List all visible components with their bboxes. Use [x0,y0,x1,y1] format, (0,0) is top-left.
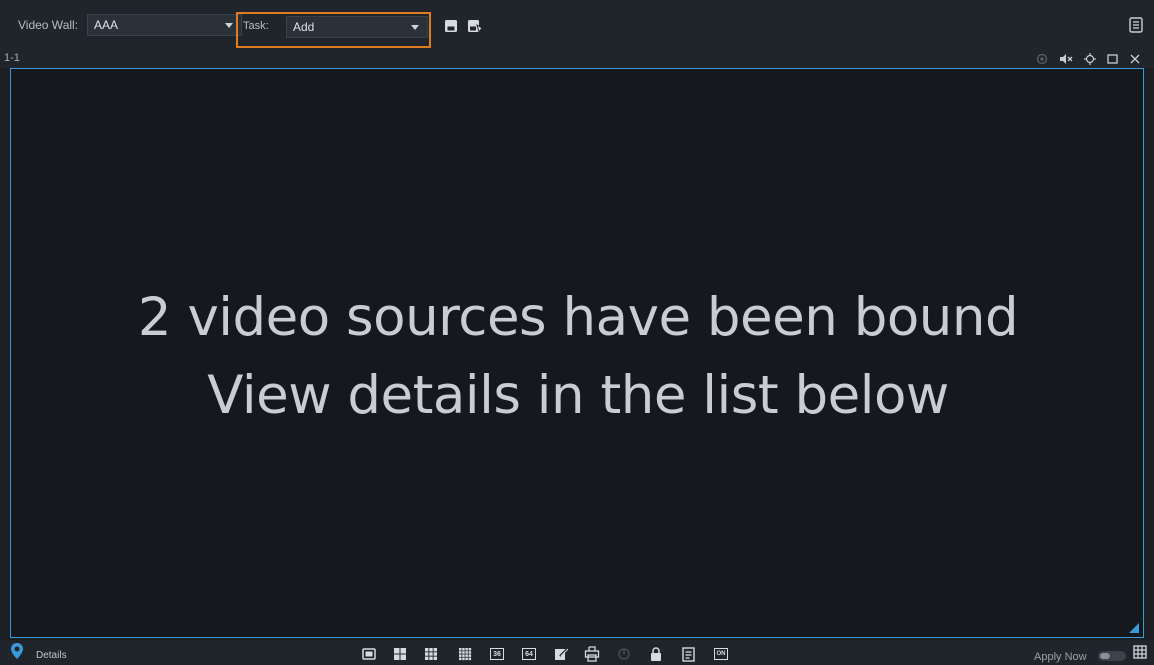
lock-icon[interactable] [648,646,664,662]
grid-layout-icon[interactable] [1132,644,1148,660]
list-icon[interactable] [1127,16,1145,34]
target-icon[interactable] [1082,51,1098,67]
toggle-knob [1100,653,1110,659]
layout-16-icon[interactable] [457,646,473,662]
video-window[interactable]: 2 video sources have been bound View det… [10,68,1144,638]
top-toolbar: Video Wall: AAA Task: Add [0,0,1154,50]
layout-36-label: 36 [490,648,504,660]
on-icon[interactable]: ON [713,646,729,662]
mute-icon[interactable] [1058,51,1074,67]
layout-64-icon[interactable]: 64 [521,646,537,662]
document-icon[interactable] [680,646,696,662]
save-as-icon[interactable] [466,17,484,35]
layout-4-icon[interactable] [392,646,408,662]
record-icon[interactable] [1034,51,1050,67]
video-wall-select[interactable]: AAA [87,14,242,36]
layout-64-label: 64 [522,648,536,660]
layout-1-icon[interactable] [361,646,377,662]
task-select[interactable]: Add [286,16,428,38]
edit-icon[interactable] [553,646,569,662]
view-details-message: View details in the list below [207,365,949,426]
on-badge: ON [714,648,728,660]
details-link[interactable]: Details [36,650,67,661]
save-icon[interactable] [442,17,460,35]
video-wall-value: AAA [94,18,119,32]
power-icon[interactable] [616,646,632,662]
resize-handle[interactable] [1129,623,1139,633]
task-value: Add [293,20,315,34]
print-icon[interactable] [584,646,600,662]
window-header: 1-1 [0,50,1154,68]
screen-id: 1-1 [4,52,20,64]
chevron-down-icon [411,25,419,30]
bound-sources-message: 2 video sources have been bound [137,287,1019,348]
apply-now-label: Apply Now [1034,651,1087,663]
bottom-toolbar: Details 36 64 ON Apply Now [0,640,1154,665]
apply-now-toggle[interactable] [1098,651,1126,661]
task-label: Task: [243,20,269,32]
chevron-down-icon [225,23,233,28]
layout-36-icon[interactable]: 36 [489,646,505,662]
video-wall-label: Video Wall: [18,18,79,32]
layout-9-icon[interactable] [423,646,439,662]
close-icon[interactable] [1127,51,1143,67]
location-pin-icon[interactable] [9,643,25,659]
maximize-icon[interactable] [1104,51,1120,67]
